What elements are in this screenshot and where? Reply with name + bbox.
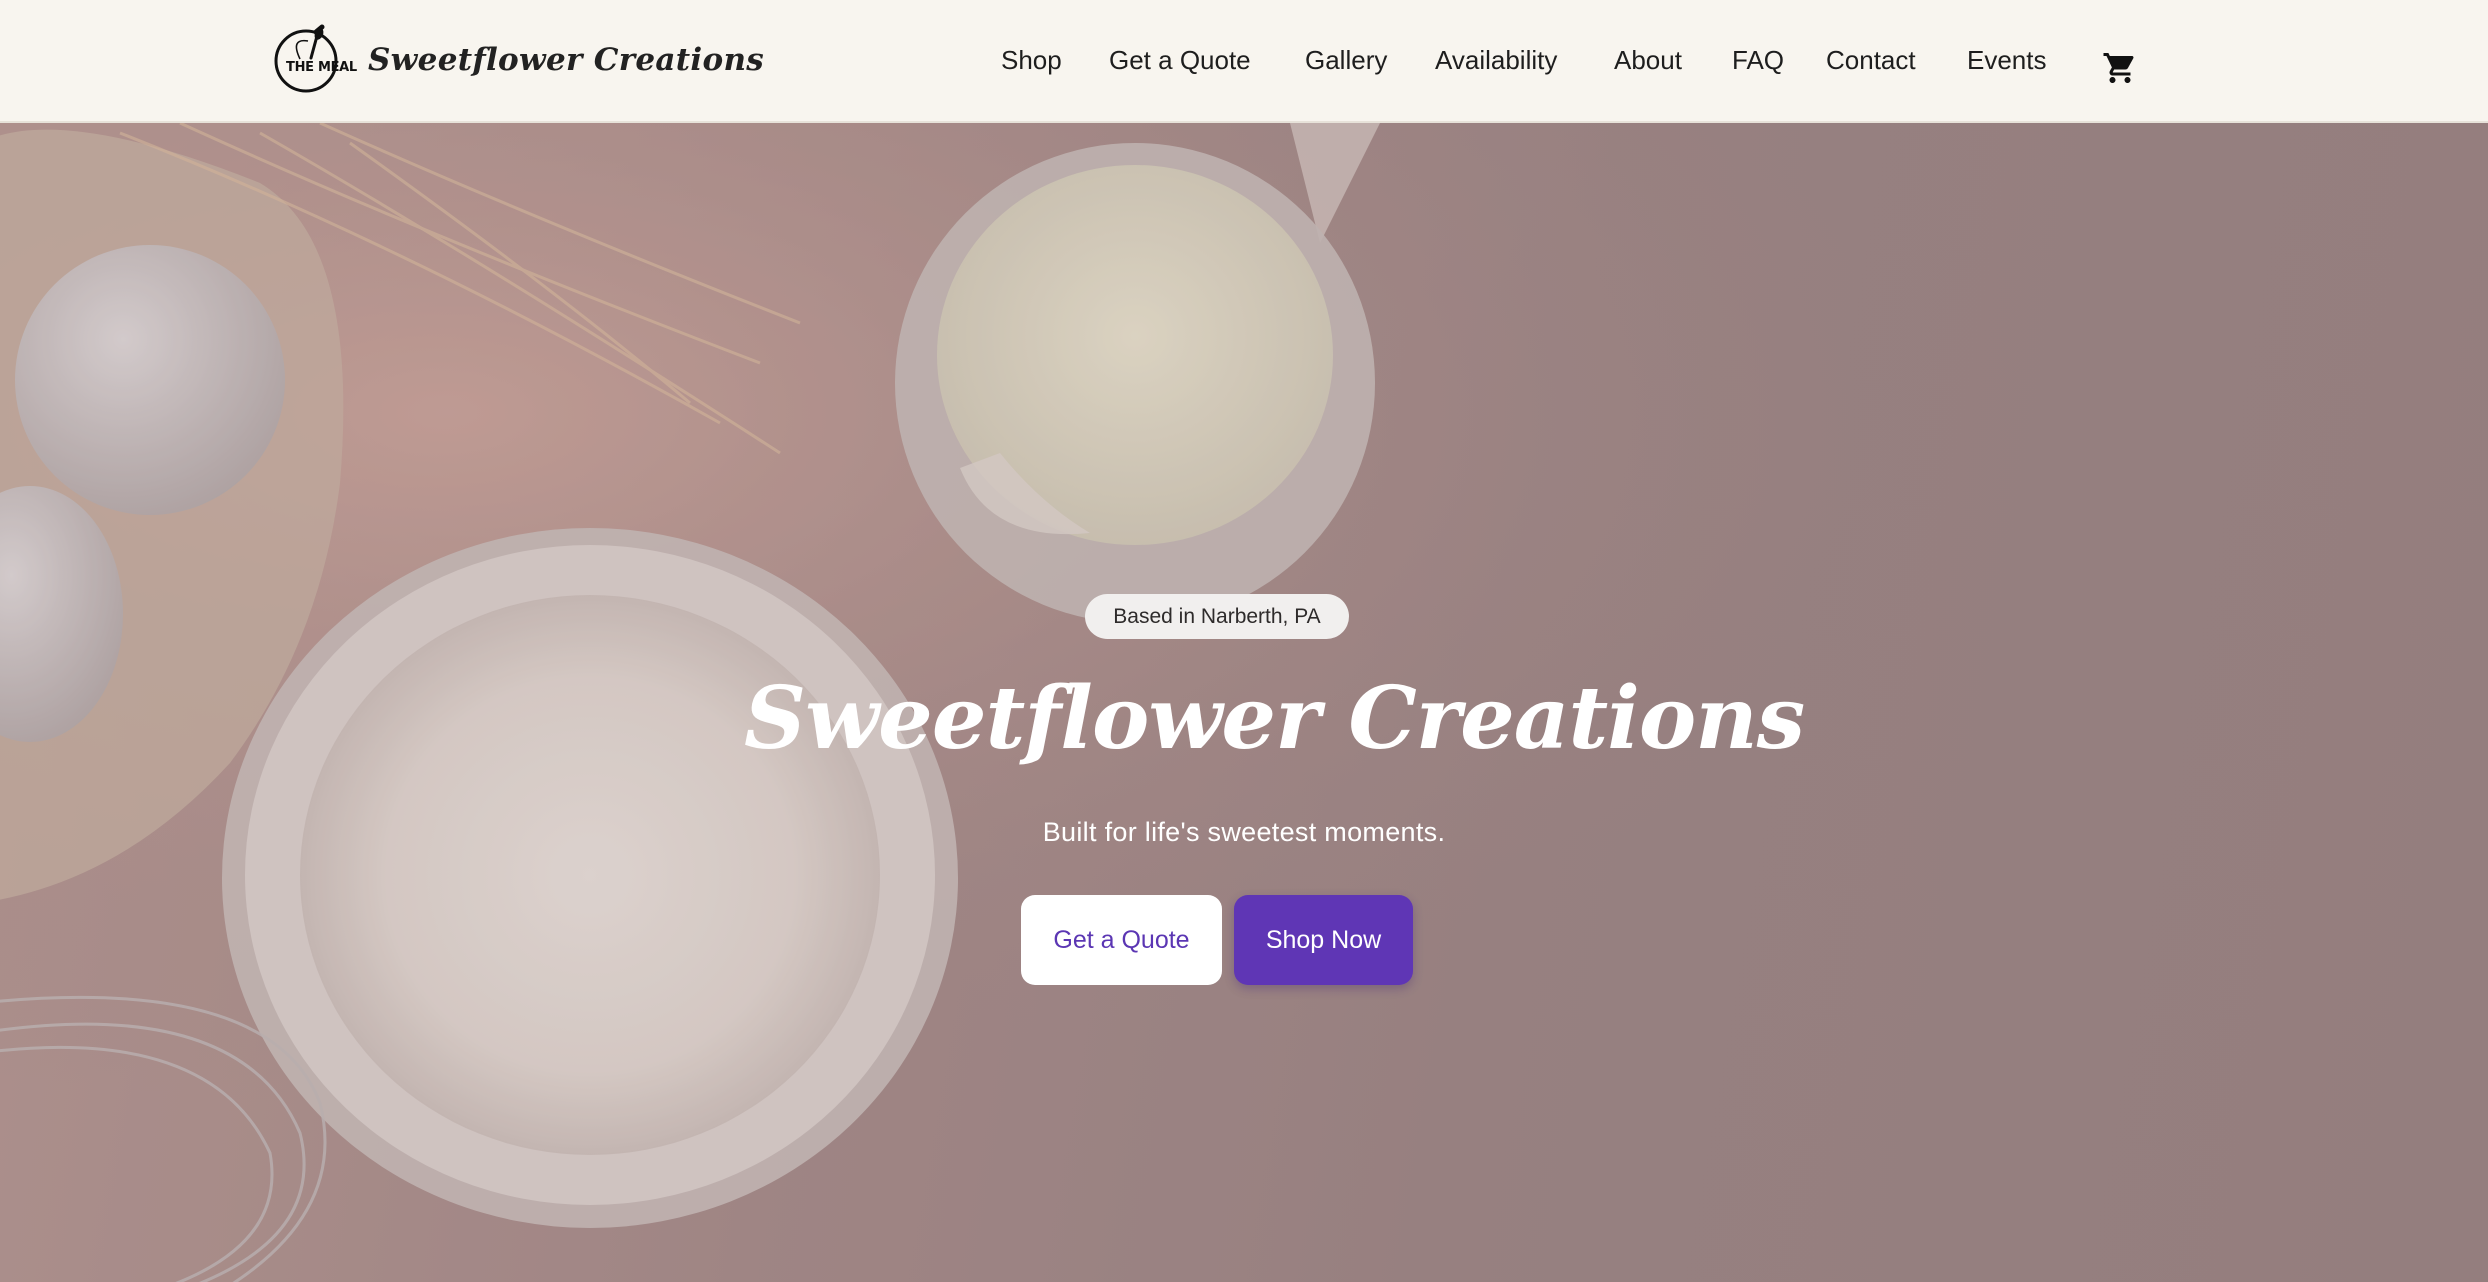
get-a-quote-button[interactable]: Get a Quote xyxy=(1021,895,1222,985)
nav-contact[interactable]: Contact xyxy=(1826,45,1929,76)
nav-events[interactable]: Events xyxy=(1967,45,2054,76)
shop-now-button[interactable]: Shop Now xyxy=(1234,895,1413,985)
cart-icon[interactable] xyxy=(2102,50,2138,86)
brand-name[interactable]: Sweetflower Creations xyxy=(368,42,764,78)
nav-about[interactable]: About xyxy=(1614,45,1694,76)
nav-get-a-quote[interactable]: Get a Quote xyxy=(1109,45,1267,76)
location-badge: Based in Narberth, PA xyxy=(1085,594,1349,639)
nav-gallery[interactable]: Gallery xyxy=(1305,45,1397,76)
logo[interactable]: THE MEAL xyxy=(270,24,357,96)
site-header: THE MEAL Sweetflower Creations Shop Get … xyxy=(0,0,2488,123)
hero-subtitle: Built for life's sweetest moments. xyxy=(1042,817,1446,847)
nav-availability[interactable]: Availability xyxy=(1435,45,1576,76)
hero-section: Based in Narberth, PA Sweetflower Creati… xyxy=(0,123,2488,1282)
nav-faq[interactable]: FAQ xyxy=(1732,45,1788,76)
brand[interactable]: THE MEAL Sweetflower Creations xyxy=(270,24,764,96)
logo-text: THE MEAL xyxy=(286,60,357,75)
nav-shop[interactable]: Shop xyxy=(1001,45,1071,76)
main-nav: Shop Get a Quote Gallery Availability Ab… xyxy=(1001,38,2054,82)
hero-title: Sweetflower Creations xyxy=(744,668,1805,769)
